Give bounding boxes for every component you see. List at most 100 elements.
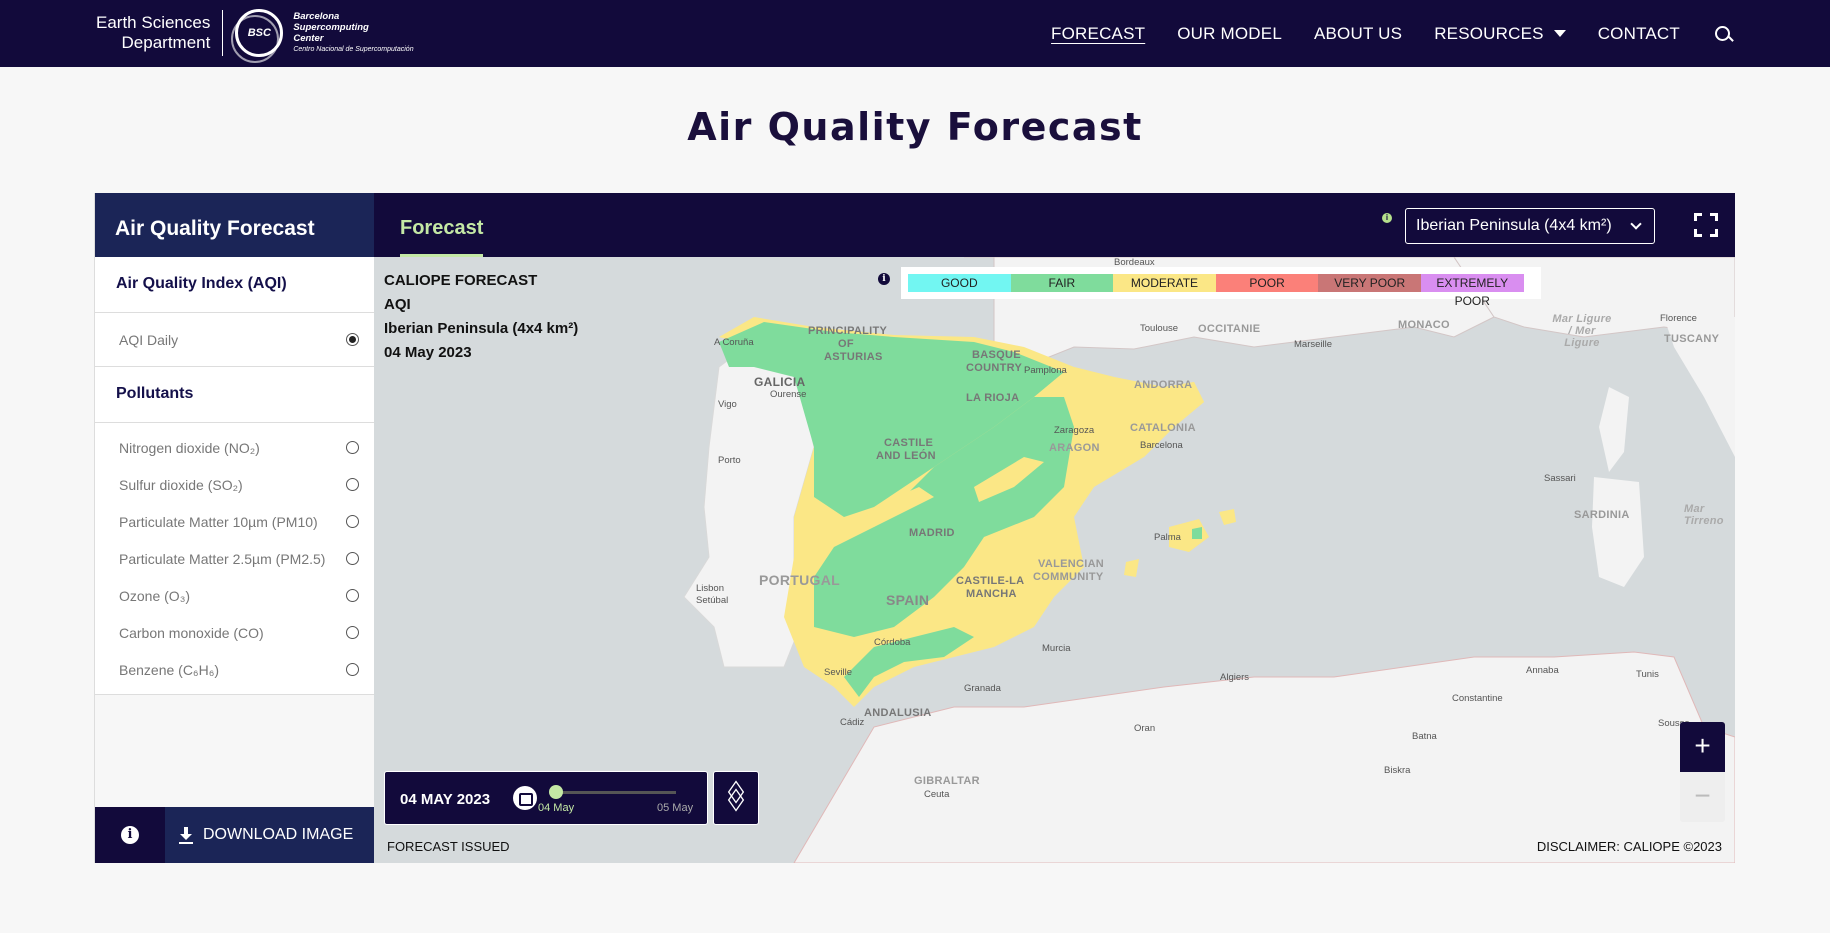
map-label-clm-2: MANCHA [966,588,1017,600]
nav-resources[interactable]: RESOURCES [1434,24,1566,44]
brand-logo[interactable]: Earth Sciences Department BSC Barcelona … [96,8,414,63]
meta-domain: Iberian Peninsula (4x4 km²) [384,320,579,337]
zoom-out-button[interactable]: − [1680,772,1725,822]
radio[interactable] [346,552,359,565]
map-city-tunis: Tunis [1636,669,1659,680]
option-so2[interactable]: Sulfur dioxide (SO₂) [95,466,374,503]
map-city-florence: Florence [1660,313,1697,324]
chevron-down-icon [1553,30,1566,37]
nav-about-us[interactable]: ABOUT US [1314,24,1402,44]
map-label-andorra: ANDORRA [1134,379,1193,391]
legend-very-poor: VERY POOR [1318,274,1421,292]
time-slider-panel: 04 MAY 2023 04 May 05 May [384,771,708,825]
option-pm10[interactable]: Particulate Matter 10µm (PM10) [95,503,374,540]
map-city-batna: Batna [1412,731,1437,742]
disclaimer: DISCLAIMER: CALIOPE ©2023 [1536,839,1722,854]
map-city-setubal: Setúbal [696,595,729,606]
page-title: Air Quality Forecast [687,105,1143,149]
map-city-toulouse: Toulouse [1140,323,1179,334]
bsc-name1: Barcelona [293,11,340,22]
radio[interactable] [346,663,359,676]
download-label: DOWNLOAD IMAGE [203,826,354,843]
map-header: Forecast i Iberian Peninsula (4x4 km²) [374,193,1735,257]
map-label-asturias-1: PRINCIPALITY [808,325,888,337]
map-city-coruna: A Coruña [714,337,754,348]
legend-info-icon[interactable]: i [878,273,890,285]
map-label-gibraltar: GIBRALTAR [914,775,980,787]
map-label-ligure: Mar Ligure / Mer Ligure [1552,313,1612,349]
calendar-icon[interactable] [513,786,537,810]
radio[interactable] [346,441,359,454]
aqi-options: AQI Daily [95,313,374,367]
option-benzene[interactable]: Benzene (C₆H₆) [95,651,374,688]
meta-date: 04 May 2023 [384,344,472,361]
option-label: Nitrogen dioxide (NO₂) [119,439,260,456]
nav-contact[interactable]: CONTACT [1598,24,1680,44]
map-city-zaragoza: Zaragoza [1054,425,1095,436]
option-aqi-daily[interactable]: AQI Daily [95,321,374,358]
option-label: Sulfur dioxide (SO₂) [119,476,243,493]
map-city-seville: Seville [824,667,852,678]
map-label-spain: SPAIN [886,592,930,608]
option-label: Benzene (C₆H₆) [119,661,219,678]
map-city-cadiz: Cádiz [840,717,865,728]
option-co[interactable]: Carbon monoxide (CO) [95,614,374,651]
dept-line1: Earth Sciences [96,13,211,32]
download-image-button[interactable]: DOWNLOAD IMAGE [165,807,375,863]
forecast-map[interactable]: GALICIA PRINCIPALITY OF ASTURIAS BASQUE … [374,257,1735,863]
map-city-barcelona: Barcelona [1140,440,1183,451]
fullscreen-icon[interactable] [1694,213,1718,237]
radio[interactable] [346,515,359,528]
time-slider-track[interactable] [556,791,676,794]
option-no2[interactable]: Nitrogen dioxide (NO₂) [95,429,374,466]
meta-variable: AQI [384,296,411,313]
nav-resources-label: RESOURCES [1434,23,1544,43]
nav-forecast[interactable]: FORECAST [1051,24,1145,44]
domain-info-icon[interactable]: i [1382,213,1392,223]
option-label: Particulate Matter 2.5µm (PM2.5) [119,550,326,567]
legend-fair: FAIR [1010,274,1114,292]
domain-select-value: Iberian Peninsula (4x4 km²) [1416,217,1612,234]
layers-button[interactable] [713,771,759,825]
domain-select[interactable]: Iberian Peninsula (4x4 km²) [1405,208,1655,244]
bsc-logo: BSC Barcelona Supercomputing Center Cent… [231,9,414,63]
option-pm25[interactable]: Particulate Matter 2.5µm (PM2.5) [95,540,374,577]
map-label-andalusia: ANDALUSIA [864,707,932,719]
map-label-rioja: LA RIOJA [966,392,1020,404]
option-label: Carbon monoxide (CO) [119,624,264,641]
slider-start-label: 04 May [538,802,575,814]
legend-good: GOOD [908,274,1011,292]
option-o3[interactable]: Ozone (O₃) [95,577,374,614]
map-label-basque-1: BASQUE [972,349,1021,361]
tab-forecast[interactable]: Forecast [400,193,484,257]
chevron-down-icon [1630,218,1642,230]
zoom-in-button[interactable]: + [1680,722,1725,772]
map-label-madrid: MADRID [909,527,955,539]
map-label-castile-leon-1: CASTILE [884,437,934,449]
sidebar-title: Air Quality Forecast [95,193,374,257]
map-label-portugal: PORTUGAL [759,572,840,588]
map-city-murcia: Murcia [1042,643,1071,654]
map-city-biskra: Biskra [1384,765,1411,776]
map-label-clm-1: CASTILE-LA [956,575,1025,587]
nav-our-model[interactable]: OUR MODEL [1177,24,1282,44]
map-city-ceuta: Ceuta [924,789,950,800]
map-city-annaba: Annaba [1526,665,1559,676]
radio[interactable] [346,626,359,639]
search-icon[interactable] [1712,23,1734,45]
map-city-ourense: Ourense [770,389,807,400]
info-button[interactable]: i [95,807,165,863]
forecast-issued: FORECAST ISSUED [387,839,510,854]
download-icon [179,826,193,844]
map-city-algiers: Algiers [1220,672,1250,683]
map-label-tirreno: Mar Tirreno [1684,503,1724,527]
map-city-sassari: Sassari [1544,473,1576,484]
map-city-oran: Oran [1134,723,1156,734]
map-city-marseille: Marseille [1294,339,1333,350]
time-slider-handle[interactable] [549,785,563,799]
map-label-monaco: MONACO [1398,319,1450,331]
radio[interactable] [346,478,359,491]
top-navbar: Earth Sciences Department BSC Barcelona … [0,0,1830,67]
radio-selected[interactable] [346,333,359,346]
radio[interactable] [346,589,359,602]
